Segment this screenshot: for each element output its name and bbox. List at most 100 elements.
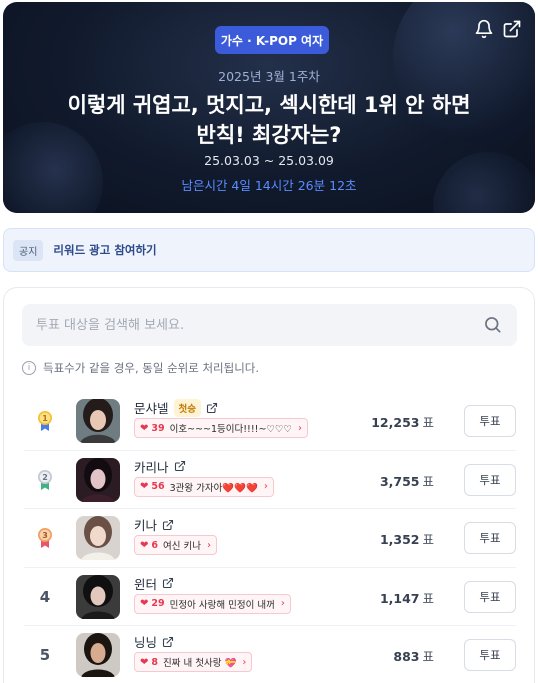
candidate-name[interactable]: 문샤넬: [134, 398, 169, 417]
vote-unit: 표: [422, 590, 434, 606]
notice-banner[interactable]: 공지 리워드 광고 참여하기: [3, 228, 535, 272]
vote-count: 883 표: [393, 646, 434, 665]
vote-unit: 표: [422, 649, 434, 664]
cheer-count: 56: [151, 481, 165, 492]
category-badge[interactable]: 가수 · K-POP 여자: [215, 26, 329, 54]
vote-unit: 표: [422, 532, 434, 547]
external-link-icon[interactable]: [206, 402, 218, 414]
vote-title-line2: 반칙! 최강자는?: [196, 123, 342, 147]
heart-icon: ❤: [140, 422, 149, 434]
external-link-icon[interactable]: [162, 577, 174, 589]
rank-number: 3: [42, 531, 48, 540]
ranking-list: 1 문샤넬 첫승 ❤ 39 이호~~~1등이다!!!!~♡♡♡ › 12,253…: [24, 392, 516, 683]
heart-icon: ❤: [140, 598, 149, 609]
remaining-time: 남은시간 4일 14시간 26분 12초: [181, 178, 357, 193]
vote-number: 1,147: [379, 590, 420, 606]
vote-number: 12,253: [371, 415, 420, 430]
ranking-row: 5 닝닝 ❤ 8 진짜 내 첫사랑 💝 › 883 표 투표: [24, 626, 516, 683]
bronze-medal-icon: 3: [38, 528, 52, 548]
candidate-name-line: 윈터: [134, 574, 174, 593]
cheer-message-chip[interactable]: ❤ 8 진짜 내 첫사랑 💝 ›: [134, 652, 253, 672]
heart-icon: ❤: [140, 539, 149, 551]
rank-cell: 1: [34, 392, 56, 450]
vote-number: 1,352: [379, 532, 420, 547]
cheer-text: 진짜 내 첫사랑 💝: [163, 658, 237, 669]
chevron-right-icon: ›: [207, 539, 211, 551]
external-link-icon[interactable]: [162, 519, 174, 531]
chevron-right-icon: ›: [298, 422, 302, 434]
search-icon[interactable]: [483, 315, 503, 335]
vote-button[interactable]: 투표: [464, 522, 516, 554]
candidate-name[interactable]: 카리나: [134, 457, 169, 476]
cheer-count: 8: [151, 656, 159, 668]
vote-hero-banner: 가수 · K-POP 여자 2025년 3월 1주차 이렇게 귀엽고, 멋지고,…: [3, 2, 535, 213]
external-link-icon[interactable]: [174, 460, 186, 472]
vote-button[interactable]: 투표: [464, 463, 516, 496]
heart-icon: ❤: [140, 481, 149, 492]
candidate-name[interactable]: 닝닝: [134, 632, 157, 651]
cheer-message-chip[interactable]: ❤ 39 이호~~~1등이다!!!!~♡♡♡ ›: [134, 418, 308, 438]
chevron-right-icon: ›: [280, 598, 285, 609]
vote-number: 883: [393, 649, 420, 664]
rank-number: 4: [39, 587, 51, 606]
candidate-name-line: 카리나: [134, 457, 186, 476]
avatar[interactable]: [76, 457, 120, 502]
cheer-text: 이호~~~1등이다!!!!~♡♡♡: [169, 424, 292, 435]
ranking-row: 4 윈터 ❤ 29 민정아 사랑해 민정이 내꺼 › 1,147 표 투표: [24, 568, 516, 626]
tie-rule-text: 득표수가 같을 경우, 동일 순위로 처리됩니다.: [43, 361, 260, 375]
chevron-right-icon: ›: [263, 481, 268, 492]
chevron-right-icon: ›: [242, 656, 247, 668]
avatar[interactable]: [76, 633, 120, 677]
vote-unit: 표: [422, 415, 434, 430]
candidate-name-line: 닝닝: [134, 632, 174, 651]
vote-count: 1,352 표: [380, 529, 434, 548]
search-input[interactable]: [36, 317, 456, 333]
rank-cell: 3: [34, 509, 56, 567]
vote-count: 1,147 표: [380, 588, 434, 607]
external-link-icon[interactable]: [162, 636, 174, 648]
ranking-row: 1 문샤넬 첫승 ❤ 39 이호~~~1등이다!!!!~♡♡♡ › 12,253…: [24, 392, 516, 451]
rank-cell: 5: [34, 626, 56, 683]
gold-medal-icon: 1: [38, 411, 52, 431]
search-bar[interactable]: [22, 304, 517, 346]
vote-count: 12,253 표: [371, 412, 434, 431]
cheer-count: 39: [151, 422, 165, 434]
rank-number: 2: [42, 473, 48, 482]
cheer-count: 6: [151, 539, 159, 551]
notice-text[interactable]: 리워드 광고 참여하기: [53, 242, 156, 258]
vote-title-line1: 이렇게 귀엽고, 멋지고, 섹시한데 1위 안 하면: [67, 93, 471, 117]
cheer-message-chip[interactable]: ❤ 6 여신 키나 ›: [134, 535, 217, 555]
cheer-message-chip[interactable]: ❤ 29 민정아 사랑해 민정이 내꺼 ›: [134, 593, 291, 614]
vote-button[interactable]: 투표: [464, 405, 516, 437]
avatar[interactable]: [76, 399, 120, 443]
cheer-message-chip[interactable]: ❤ 56 3관왕 가자아❤️❤️❤️ ›: [134, 476, 274, 497]
vote-button[interactable]: 투표: [464, 580, 516, 613]
notice-tag: 공지: [13, 239, 44, 261]
rank-number: 5: [39, 646, 51, 664]
rank-cell: 4: [34, 568, 56, 626]
silver-medal-icon: 2: [38, 469, 52, 490]
cheer-text: 3관왕 가자아❤️❤️❤️: [169, 482, 258, 494]
vote-unit: 표: [422, 473, 434, 489]
share-icon[interactable]: [502, 19, 522, 39]
avatar[interactable]: [76, 574, 120, 619]
info-icon: i: [22, 361, 36, 375]
cheer-count: 29: [151, 598, 165, 609]
bell-icon[interactable]: [474, 19, 494, 39]
vote-button[interactable]: 투표: [464, 639, 516, 671]
candidate-name[interactable]: 키나: [134, 515, 157, 534]
vote-number: 3,755: [379, 473, 420, 489]
ranking-card: i 득표수가 같을 경우, 동일 순위로 처리됩니다. 1: [3, 287, 535, 683]
rank-number: 1: [42, 414, 48, 423]
rank-cell: 2: [34, 451, 56, 509]
vote-period: 25.03.03 ~ 25.03.09: [204, 153, 334, 168]
ranking-row: 2 카리나 ❤ 56 3관왕 가자아❤️❤️❤️ › 3,755 표 투표: [24, 451, 516, 509]
week-label: 2025년 3월 1주차: [218, 69, 320, 84]
avatar[interactable]: [76, 516, 120, 560]
candidate-name[interactable]: 윈터: [134, 574, 157, 593]
tie-rule-info: i 득표수가 같을 경우, 동일 순위로 처리됩니다.: [22, 360, 259, 376]
candidate-name-line: 키나: [134, 515, 174, 534]
heart-icon: ❤: [140, 656, 149, 668]
cheer-text: 민정아 사랑해 민정이 내꺼: [169, 599, 275, 611]
vote-title: 이렇게 귀엽고, 멋지고, 섹시한데 1위 안 하면 반칙! 최강자는?: [23, 90, 515, 150]
